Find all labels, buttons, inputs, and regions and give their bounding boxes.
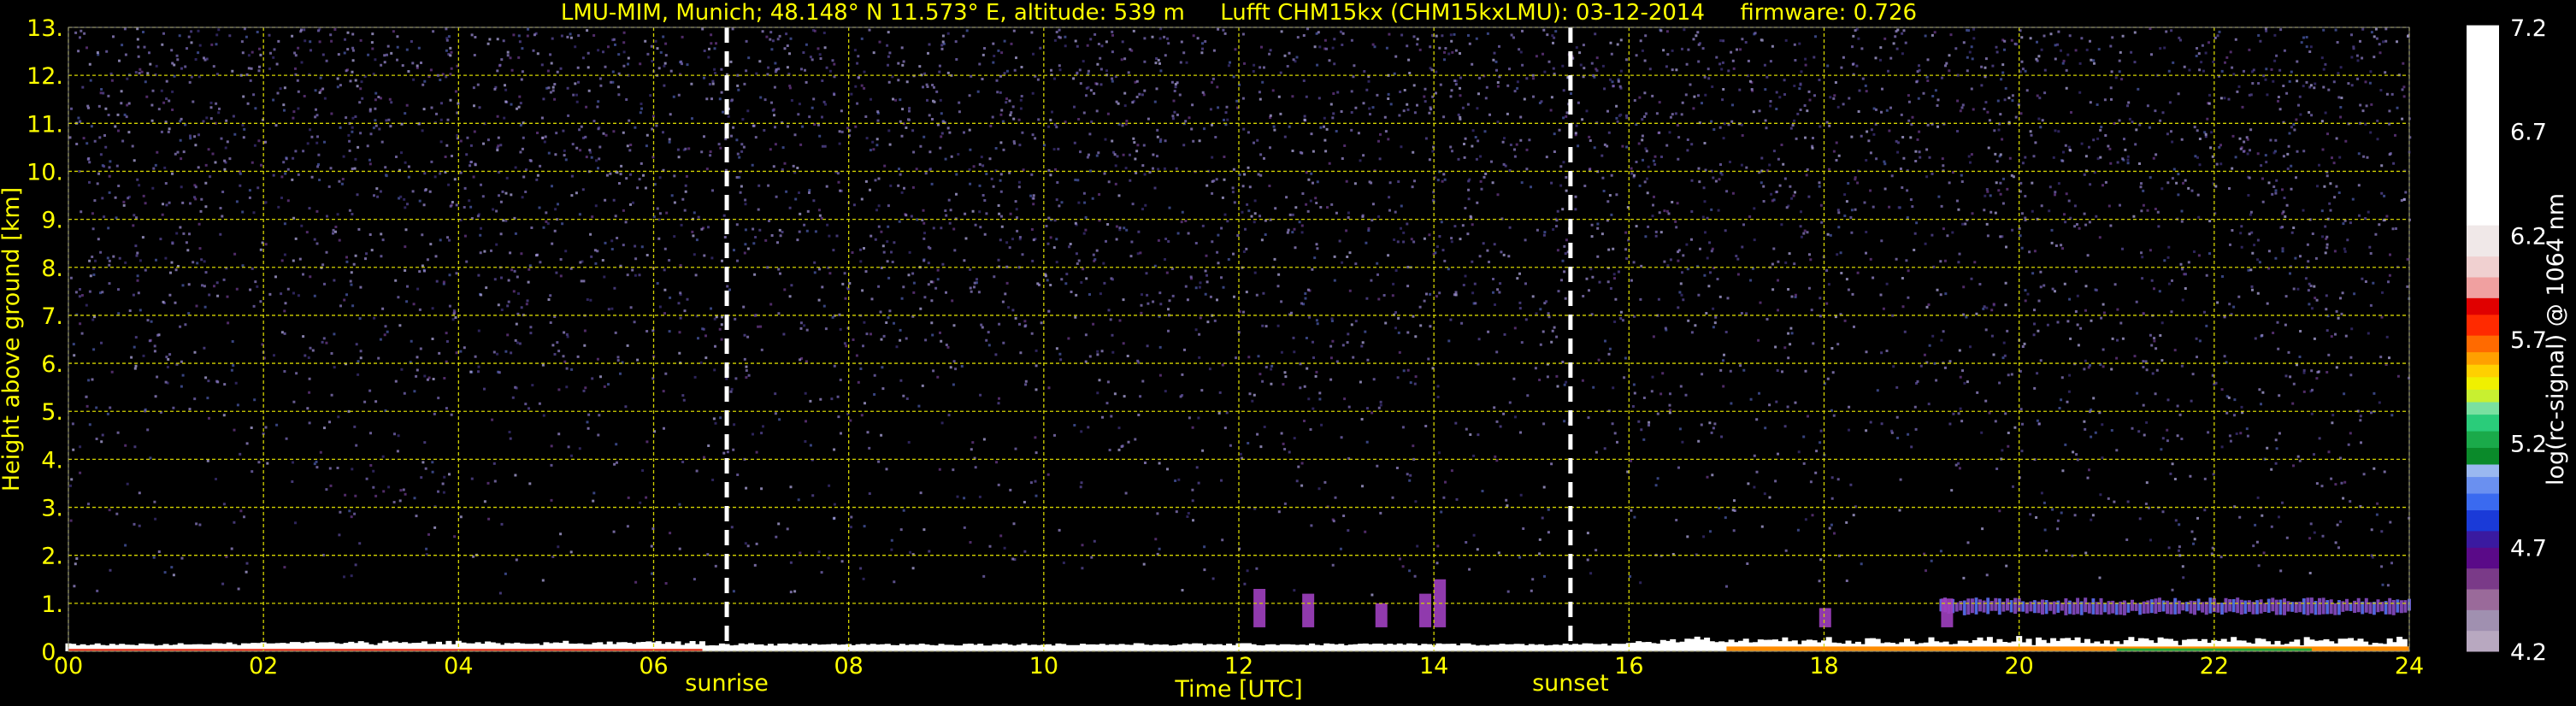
x-axis-label: Time [UTC] (1174, 676, 1302, 703)
sunset-label: sunset (1532, 670, 1609, 697)
x-tick-label: 10 (1029, 653, 1058, 680)
chart-title: LMU-MIM, Munich; 48.148° N 11.573° E, al… (561, 0, 1917, 26)
y-tick-label: 5. (41, 399, 63, 426)
sunrise-label: sunrise (685, 670, 769, 697)
y-tick-label: 0. (41, 639, 63, 666)
colorbar-segment (2467, 447, 2499, 465)
y-tick-label: 11. (27, 111, 63, 138)
y-axis-label: Height above ground [km] (0, 187, 25, 491)
colorbar-segment (2467, 568, 2499, 590)
colorbar-segment (2467, 376, 2499, 390)
x-tick-label: 16 (1614, 653, 1643, 680)
colorbar-segment (2467, 25, 2499, 226)
x-tick-label: 24 (2395, 653, 2424, 680)
colorbar-label: log(rc-signal) @ 1064 nm (2543, 193, 2569, 485)
colorbar-segment (2467, 225, 2499, 257)
colorbar-tick-label: 4.2 (2510, 639, 2547, 666)
x-tick-label: 06 (639, 653, 668, 680)
x-tick-label: 22 (2200, 653, 2229, 680)
x-tick-label: 04 (444, 653, 473, 680)
colorbar-tick-label: 5.7 (2510, 327, 2547, 354)
colorbar-segment (2467, 476, 2499, 494)
y-tick-label: 8. (41, 256, 63, 282)
colorbar-segment (2467, 589, 2499, 610)
colorbar-segment (2467, 335, 2499, 353)
x-tick-label: 08 (834, 653, 863, 680)
colorbar-tick-label: 5.2 (2510, 432, 2547, 458)
colorbar-segment (2467, 530, 2499, 548)
colorbar-segment (2467, 431, 2499, 449)
chart-background (0, 0, 2576, 706)
colorbar-segment (2467, 493, 2499, 511)
colorbar-tick-label: 4.7 (2510, 535, 2547, 562)
x-tick-label: 18 (1809, 653, 1838, 680)
y-tick-label: 13. (27, 15, 63, 42)
colorbar-tick-label: 6.7 (2510, 120, 2547, 146)
colorbar-segment (2467, 314, 2499, 336)
colorbar-segment (2467, 547, 2499, 569)
lidar-backscatter-chart: sunrise sunset 00 02 04 06 08 10 12 14 16 18 20 22 24… (0, 0, 2576, 706)
colorbar-segment (2467, 389, 2499, 403)
colorbar-segment (2467, 609, 2499, 632)
colorbar-segment (2467, 509, 2499, 532)
x-tick-label: 14 (1419, 653, 1448, 680)
y-tick-label: 1. (41, 591, 63, 618)
colorbar-segment (2467, 297, 2499, 315)
colorbar-segment (2467, 402, 2499, 415)
colorbar-segment (2467, 414, 2499, 432)
colorbar-segment (2467, 256, 2499, 278)
colorbar-tick-label: 6.2 (2510, 223, 2547, 250)
y-tick-label: 3. (41, 496, 63, 522)
y-tick-label: 2. (41, 544, 63, 570)
y-tick-label: 4. (41, 447, 63, 474)
colorbar-segment (2467, 277, 2499, 298)
y-tick-label: 6. (41, 351, 63, 378)
x-tick-label: 02 (249, 653, 278, 680)
colorbar-segment (2467, 351, 2499, 365)
colorbar-segment (2467, 630, 2499, 652)
colorbar-tick-label: 7.2 (2510, 15, 2547, 42)
colorbar-segment (2467, 364, 2499, 378)
colorbar-segment (2467, 464, 2499, 478)
y-tick-label: 7. (41, 303, 63, 330)
x-tick-label: 20 (2004, 653, 2033, 680)
y-tick-label: 10. (27, 159, 63, 185)
y-tick-label: 9. (41, 208, 63, 234)
y-tick-label: 12. (27, 63, 63, 90)
